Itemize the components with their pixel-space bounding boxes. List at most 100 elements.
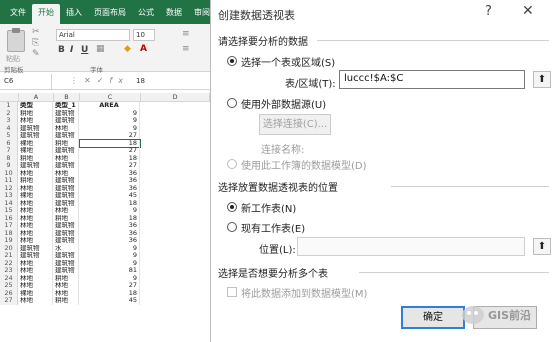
- tab-page-layout[interactable]: 页面布局: [88, 4, 132, 24]
- cell[interactable]: 林地: [54, 282, 79, 290]
- add-to-data-model-label[interactable]: 将此数据添加到数据模型(M): [241, 285, 367, 300]
- underline-button[interactable]: U: [81, 45, 88, 55]
- cell[interactable]: 耕地: [54, 274, 79, 282]
- cell[interactable]: 裸地: [19, 139, 53, 147]
- cell[interactable]: [141, 237, 210, 245]
- font-name-select[interactable]: Arial: [56, 29, 130, 41]
- cell[interactable]: 建筑物: [19, 244, 53, 252]
- cell[interactable]: [141, 230, 210, 238]
- cell[interactable]: 林地: [54, 154, 79, 162]
- radio-existing-worksheet[interactable]: [227, 222, 237, 232]
- cell[interactable]: AREA: [80, 101, 140, 110]
- cell[interactable]: [141, 140, 210, 148]
- location-input[interactable]: [297, 237, 525, 256]
- cell[interactable]: [141, 132, 210, 140]
- cell[interactable]: [141, 260, 210, 268]
- cell[interactable]: 林地: [19, 297, 53, 305]
- cell[interactable]: [141, 215, 210, 223]
- cell[interactable]: [141, 110, 210, 118]
- cell[interactable]: 林地: [19, 259, 53, 267]
- cell[interactable]: 耕地: [19, 154, 53, 162]
- choose-connection-button[interactable]: 选择连接(C)...: [259, 114, 331, 135]
- cell[interactable]: 建筑物: [54, 222, 79, 230]
- cell[interactable]: [141, 147, 210, 155]
- cell[interactable]: 建筑物: [54, 192, 79, 200]
- radio-data-model[interactable]: [227, 159, 237, 169]
- cell[interactable]: [141, 117, 210, 125]
- tab-home[interactable]: 开始: [32, 4, 60, 24]
- cell[interactable]: 建筑物: [54, 177, 79, 185]
- font-size-select[interactable]: 10: [133, 29, 155, 41]
- cell[interactable]: [141, 155, 210, 163]
- cell[interactable]: 建筑物: [54, 109, 79, 117]
- cell[interactable]: 建筑物: [54, 162, 79, 170]
- cell[interactable]: 林地: [19, 237, 53, 245]
- cell[interactable]: 建筑物: [54, 229, 79, 237]
- cell[interactable]: 45: [80, 296, 140, 305]
- cell[interactable]: 9: [80, 251, 140, 260]
- cell[interactable]: [141, 200, 210, 208]
- tab-data[interactable]: 数据: [160, 4, 188, 24]
- cell[interactable]: [141, 267, 210, 275]
- font-color-icon[interactable]: A: [140, 44, 147, 54]
- cell[interactable]: 林地: [54, 289, 79, 297]
- radio-external-source-label[interactable]: 使用外部数据源(U): [241, 96, 326, 111]
- cell[interactable]: 建筑物: [54, 237, 79, 245]
- italic-button[interactable]: I: [70, 45, 73, 55]
- paste-icon[interactable]: [7, 28, 25, 52]
- format-painter-icon[interactable]: ✎: [32, 49, 40, 59]
- cell[interactable]: [141, 207, 210, 215]
- radio-data-model-label[interactable]: 使用此工作簿的数据模型(D): [241, 157, 367, 172]
- cell[interactable]: 林地: [54, 124, 79, 132]
- borders-icon[interactable]: ▦: [96, 44, 105, 54]
- cell[interactable]: 裸地: [19, 192, 53, 200]
- cell[interactable]: 建筑物: [54, 199, 79, 207]
- cell[interactable]: [141, 125, 210, 133]
- cell[interactable]: [141, 192, 210, 200]
- tab-file[interactable]: 文件: [4, 4, 32, 24]
- row-number[interactable]: 27: [0, 296, 18, 305]
- column-header-b[interactable]: B: [54, 93, 80, 102]
- cell[interactable]: 林地: [19, 199, 53, 207]
- cell[interactable]: 建筑物: [54, 132, 79, 140]
- cell[interactable]: 建筑物: [19, 132, 53, 140]
- cell[interactable]: 林地: [19, 222, 53, 230]
- cell[interactable]: 林地: [19, 229, 53, 237]
- cell[interactable]: 裸地: [19, 289, 53, 297]
- cell[interactable]: 林地: [19, 282, 53, 290]
- cell[interactable]: 类型_1: [54, 102, 79, 110]
- copy-icon[interactable]: ⎘: [32, 38, 39, 48]
- cell[interactable]: [141, 102, 210, 110]
- formula-input[interactable]: 18: [136, 77, 145, 85]
- name-box[interactable]: C6: [0, 74, 52, 89]
- cell[interactable]: [141, 185, 210, 193]
- cell[interactable]: 建筑物: [19, 162, 53, 170]
- cell[interactable]: 建筑物: [19, 124, 53, 132]
- cell[interactable]: 耕地: [54, 214, 79, 222]
- cell[interactable]: 建筑物: [54, 184, 79, 192]
- align-top-icon[interactable]: ≡: [182, 29, 190, 39]
- cell[interactable]: 林地: [54, 207, 79, 215]
- cell[interactable]: 9: [80, 109, 140, 117]
- add-to-data-model-checkbox[interactable]: [227, 287, 237, 297]
- bold-button[interactable]: B: [58, 45, 65, 55]
- cell[interactable]: 林地: [19, 274, 53, 282]
- range-collapse-button[interactable]: ⬆: [533, 71, 551, 88]
- cell[interactable]: 建筑物: [54, 259, 79, 267]
- cell[interactable]: 建筑物: [19, 252, 53, 260]
- cell[interactable]: 18: [80, 199, 140, 207]
- cell[interactable]: 耕地: [54, 139, 79, 147]
- cut-icon[interactable]: ✂: [32, 27, 40, 37]
- cell[interactable]: 林地: [19, 169, 53, 177]
- cell[interactable]: 林地: [54, 169, 79, 177]
- radio-select-range-label[interactable]: 选择一个表或区域(S): [241, 54, 335, 69]
- cell[interactable]: 建筑物: [54, 267, 79, 275]
- cell[interactable]: 9: [80, 244, 140, 252]
- radio-select-range[interactable]: [227, 56, 237, 66]
- tab-insert[interactable]: 插入: [60, 4, 88, 24]
- cell[interactable]: [141, 222, 210, 230]
- column-header-d[interactable]: D: [141, 93, 210, 102]
- fill-color-icon[interactable]: ◆: [124, 44, 131, 54]
- column-header-a[interactable]: A: [19, 93, 54, 102]
- cell[interactable]: 林地: [19, 207, 53, 215]
